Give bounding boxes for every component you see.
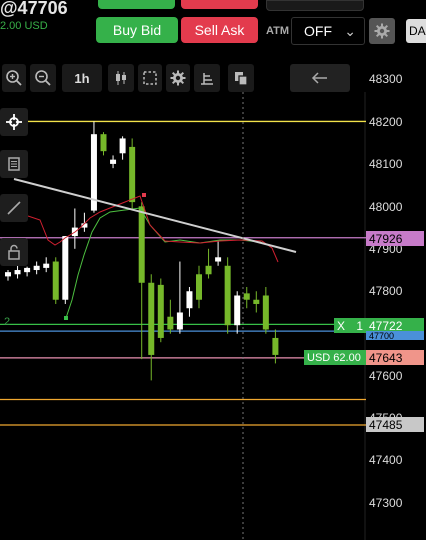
pnl-label: USD 62.00 (304, 350, 366, 365)
close-position-button[interactable]: X 1 (334, 318, 366, 333)
order-price-tag[interactable]: 47643 (366, 350, 424, 365)
zoom-in-button[interactable] (2, 64, 26, 92)
gear-icon (170, 70, 186, 86)
candle-body (119, 138, 126, 154)
candle-body (272, 337, 279, 355)
candle-body (196, 274, 202, 300)
current-price-tag: 47700 (366, 331, 424, 340)
lock-tool-button[interactable] (0, 238, 28, 266)
arrow-left-icon (311, 72, 327, 84)
candle-body (100, 134, 107, 152)
candle-body (62, 236, 69, 300)
indicators-button[interactable] (194, 64, 220, 92)
crosshair-icon (6, 114, 22, 130)
copy-icon (235, 72, 248, 86)
candle-body (52, 261, 59, 300)
crosshair-button[interactable] (138, 64, 162, 92)
candle-body (14, 270, 21, 275)
candlestick-icon (116, 71, 126, 85)
candle-body (243, 293, 250, 300)
candle-body (33, 265, 40, 271)
close-position-label: X (337, 318, 346, 333)
indicators-icon (201, 73, 213, 85)
candle-body (205, 265, 212, 275)
candle-body (24, 267, 31, 273)
price-axis-label: 47800 (369, 284, 403, 298)
candle-body (224, 265, 231, 326)
position-quantity: 1 (356, 318, 363, 333)
level-price-tag[interactable]: 47926 (366, 231, 424, 246)
price-axis-label: 48100 (369, 157, 403, 171)
candle-body (148, 282, 155, 355)
zoom-out-icon (35, 70, 51, 86)
notes-tool-button[interactable] (0, 150, 28, 178)
trading-app: @47706 2.00 USD Buy Bid Sell Ask ATM OFF… (0, 0, 426, 540)
price-axis-label: 47300 (369, 496, 403, 510)
zoom-in-icon (6, 70, 22, 86)
candle-body (234, 295, 241, 326)
back-button[interactable] (290, 64, 350, 92)
candle-body (167, 316, 174, 330)
sell-marker (142, 193, 146, 197)
candle-body (43, 263, 50, 268)
timeframe-label: 1h (74, 70, 90, 86)
candle-body (138, 206, 145, 283)
crosshair-tool-button[interactable] (0, 108, 28, 136)
candle-body (262, 295, 269, 330)
candle-body (5, 272, 11, 277)
candle-body (176, 312, 183, 330)
trendline-drawing[interactable] (13, 178, 297, 253)
candle-body (186, 291, 193, 309)
lock-open-icon (8, 244, 20, 260)
level-price-tag-lower[interactable]: 47485 (366, 417, 424, 432)
buy-marker (64, 316, 68, 320)
chart-settings-button[interactable] (166, 64, 190, 92)
document-icon (8, 157, 20, 171)
selection-frame-icon (143, 71, 157, 85)
price-axis-label: 48000 (369, 200, 403, 214)
timeframe-button[interactable]: 1h (62, 64, 102, 92)
price-axis-label: 47400 (369, 453, 403, 467)
price-axis-label: 48200 (369, 115, 403, 129)
line-tool-button[interactable] (0, 194, 28, 222)
price-axis-label: 47600 (369, 369, 403, 383)
candle-body (157, 284, 164, 338)
line-draw-icon (7, 201, 21, 215)
candle-body (215, 257, 222, 262)
candle-body (110, 159, 117, 164)
zoom-out-button[interactable] (30, 64, 56, 92)
position-line-label: 2 (4, 316, 11, 328)
chart-type-button[interactable] (108, 64, 134, 92)
price-axis-label: 48300 (369, 72, 403, 86)
copy-button[interactable] (228, 64, 254, 92)
candle-body (129, 146, 136, 203)
candle-body (253, 299, 260, 304)
